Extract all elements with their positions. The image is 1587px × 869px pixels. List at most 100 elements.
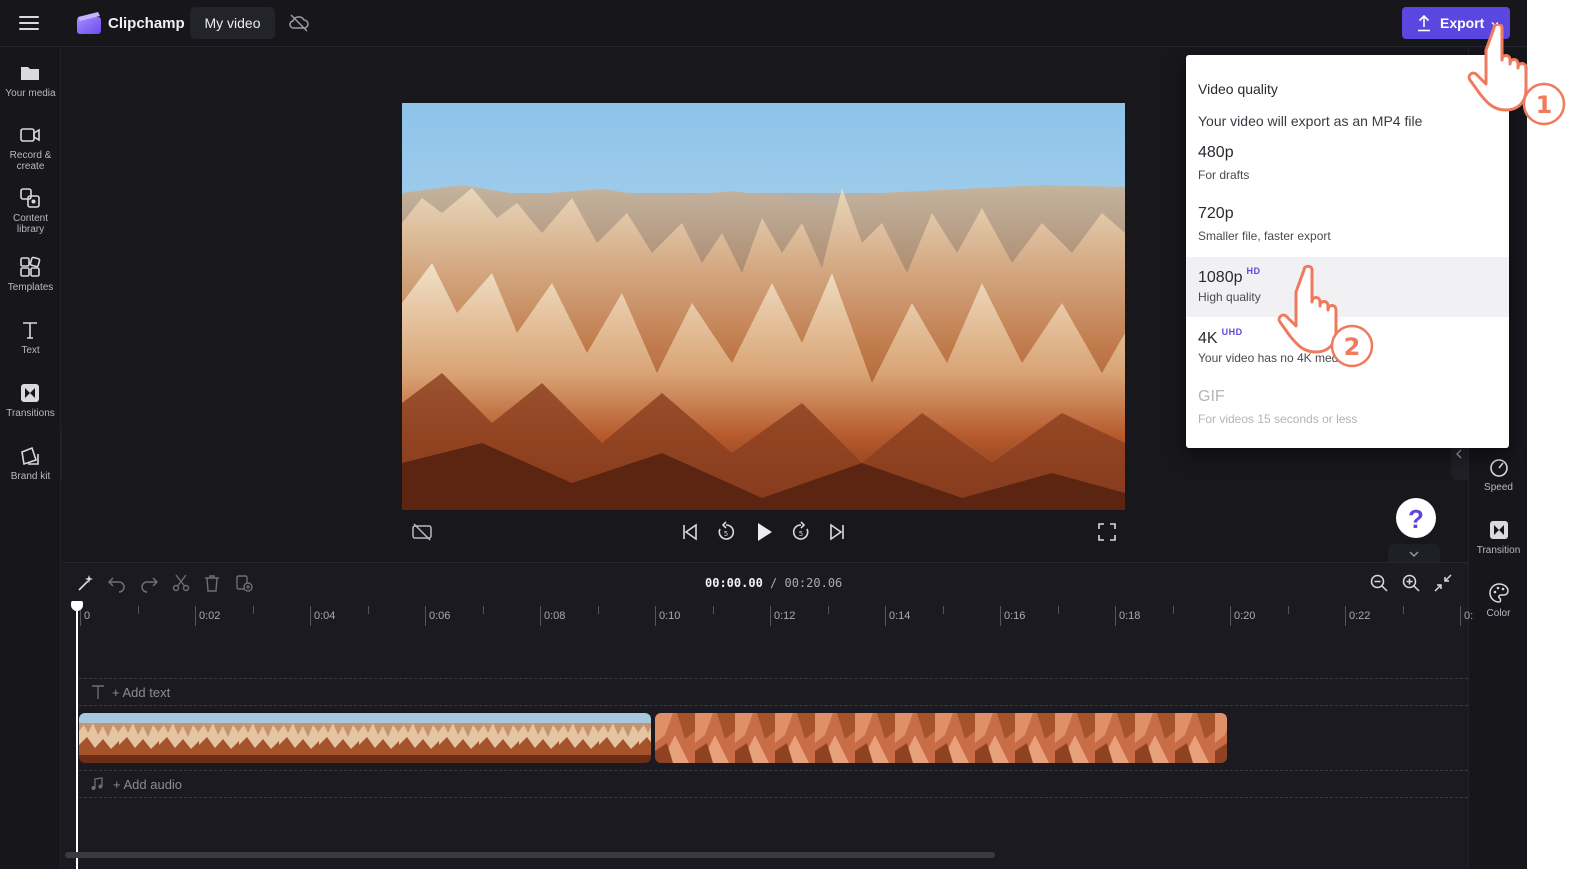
ruler-minor-tick [597,606,599,614]
palette-icon [1489,583,1509,603]
export-button-label: Export [1440,15,1485,31]
sidebar-item-label: Brand kit [10,471,51,482]
rewind-5-seconds-icon[interactable]: 5 [714,520,738,544]
dropdown-heading: Video quality [1198,81,1278,97]
total-duration: / 00:20.06 [770,576,843,590]
option-description: Smaller file, faster export [1198,229,1331,243]
uhd-badge: UHD [1221,327,1243,337]
project-title-field[interactable]: My video [190,7,275,39]
sidebar-item-speed[interactable]: Speed [1469,450,1527,508]
option-title: 720p [1198,205,1234,223]
export-option-480p[interactable]: 480p For drafts [1186,135,1509,195]
templates-icon [20,256,41,277]
cloud-off-icon[interactable] [288,13,310,33]
ruler-major-tick [1230,606,1231,626]
sidebar-item-templates[interactable]: Templates [0,250,61,308]
ruler-tick-label: 0:16 [1004,610,1026,622]
timeline-ruler[interactable]: 0 0:02 0:04 0:06 0:08 0:10 0:12 0:14 0:16 0:18 0:2… [62,603,1473,631]
ruler-minor-tick [1057,606,1059,614]
redo-icon[interactable] [139,573,159,593]
video-clip-canyon-2[interactable] [655,713,1227,763]
app-name: Clipchamp [108,15,185,32]
sidebar-item-content-library[interactable]: Content library [0,181,61,239]
zoom-out-icon[interactable] [1369,573,1389,593]
forward-5-seconds-icon[interactable]: 5 [789,520,813,544]
add-text-track[interactable]: + Add text [79,678,1468,706]
ruler-major-tick [1115,606,1116,626]
undo-icon[interactable] [107,573,127,593]
ruler-tick-label: 0:22 [1349,610,1371,622]
option-description: For videos 15 seconds or less [1198,412,1358,426]
ruler-major-tick [655,606,656,626]
step-1-label: 1 [1536,91,1553,119]
export-button[interactable]: Export [1402,7,1510,39]
option-title: 1080p HD [1198,266,1261,287]
sidebar-item-label: Speed [1484,482,1513,493]
skip-back-icon[interactable] [678,520,702,544]
ruler-minor-tick [367,606,369,614]
left-sidebar: Your media Record & create Content libra… [0,48,61,869]
video-clip-canyon-1[interactable] [79,713,651,763]
sidebar-item-text[interactable]: Text [0,313,61,371]
hide-preview-icon[interactable] [410,520,434,544]
dropdown-subtitle: Your video will export as an MP4 file [1198,113,1423,129]
sidebar-item-label: Record & create [9,150,52,172]
sidebar-item-label: Text [21,345,40,356]
ruler-minor-tick [827,606,829,614]
option-description: Your video has no 4K media [1198,351,1348,365]
ruler-major-tick [770,606,771,626]
sidebar-item-transition[interactable]: Transition [1469,513,1527,571]
sidebar-item-brand-kit[interactable]: Brand kit [0,439,61,497]
playhead[interactable] [71,601,83,869]
sidebar-item-transitions[interactable]: Transitions [0,376,61,434]
clipchamp-logo-icon [77,12,101,34]
option-title-text: 1080p [1198,269,1243,286]
video-track [79,713,1468,763]
export-option-1080p[interactable]: 1080p HD High quality [1186,257,1509,317]
magic-wand-icon[interactable] [76,573,96,593]
add-audio-track[interactable]: + Add audio [79,770,1468,798]
timeline-horizontal-scrollbar[interactable] [65,852,995,858]
ruler-minor-tick [942,606,944,614]
export-option-gif: GIF For videos 15 seconds or less [1186,379,1509,439]
ruler-major-tick [1000,606,1001,626]
ruler-tick-label: 0:12 [774,610,796,622]
duplicate-icon[interactable] [234,573,254,593]
option-title-text: 4K [1198,330,1218,347]
hamburger-menu-icon[interactable] [14,11,44,35]
sidebar-item-your-media[interactable]: Your media [0,56,61,114]
timecode-display: 00:00.00 / 00:20.06 [705,576,842,590]
timeline-panel: 00:00.00 / 00:20.06 0 0:02 0:04 0:06 0:08 0:1… [62,562,1473,869]
ruler-tick-label: 0:04 [314,610,336,622]
help-collapse-handle[interactable] [1388,544,1440,564]
upload-icon [1418,14,1430,32]
brand-kit-icon [21,446,39,466]
play-icon[interactable] [752,520,776,544]
help-button-label: ? [1408,504,1424,534]
transition-icon [1490,521,1508,539]
sidebar-item-color[interactable]: Color [1469,576,1527,634]
skip-forward-icon[interactable] [825,520,849,544]
video-preview-canyon-image [402,103,1125,510]
add-audio-label: + Add audio [113,777,183,792]
ruler-tick-label: 0: [1464,610,1474,622]
export-option-720p[interactable]: 720p Smaller file, faster export [1186,196,1509,256]
speedometer-icon [1490,459,1508,477]
trash-icon[interactable] [202,573,222,593]
ruler-tick-label: 0:10 [659,610,681,622]
zoom-in-icon[interactable] [1401,573,1421,593]
fullscreen-icon[interactable] [1095,520,1119,544]
svg-text:5: 5 [799,530,803,538]
ruler-tick-label: 0:14 [889,610,911,622]
text-icon [23,322,37,339]
fit-timeline-icon[interactable] [1433,573,1453,593]
help-button[interactable]: ? [1396,498,1436,538]
ruler-tick-label: 0:06 [429,610,451,622]
hd-badge: HD [1246,266,1261,276]
sidebar-item-label: Your media [5,88,56,99]
export-option-4k[interactable]: 4K UHD Your video has no 4K media [1186,318,1509,378]
sidebar-item-record-create[interactable]: Record & create [0,118,61,176]
ruler-major-tick [1460,606,1461,626]
sidebar-item-label: Transitions [6,408,55,419]
scissors-icon[interactable] [171,573,191,593]
